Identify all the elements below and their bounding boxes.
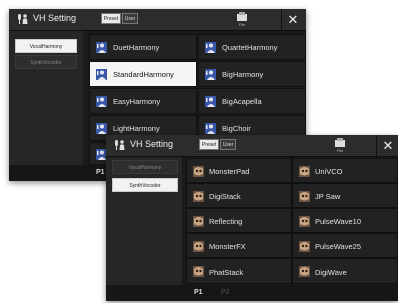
- synth-preset-icon: [193, 216, 204, 227]
- preset-cell[interactable]: BigAcapella: [198, 88, 306, 114]
- preset-name: DuetHarmony: [113, 43, 160, 52]
- sidebar-item-vocalharmony[interactable]: VocalHarmony: [15, 39, 77, 53]
- file-icon: [335, 138, 345, 147]
- preset-name: BigChoir: [222, 124, 251, 133]
- page-tab-p1[interactable]: P1: [96, 169, 105, 176]
- title-bar: VH Setting Preset User File ✕: [106, 135, 398, 157]
- preset-name: PulseWave10: [315, 217, 361, 226]
- close-button[interactable]: ✕: [281, 9, 304, 30]
- sidebar-item-synthvocoder[interactable]: SynthVocoder: [112, 178, 178, 192]
- close-button[interactable]: ✕: [376, 135, 398, 156]
- vocal-preset-icon: [96, 69, 107, 80]
- preset-cell[interactable]: JP Saw: [292, 183, 398, 208]
- preset-cell[interactable]: MonsterPad: [186, 158, 292, 183]
- preset-cell[interactable]: QuartetHarmony: [198, 34, 306, 60]
- vh-setting-window-synth: VH Setting Preset User File ✕ VocalHarmo…: [106, 135, 398, 301]
- synth-preset-icon: [299, 191, 310, 202]
- preset-name: BigAcapella: [222, 97, 262, 106]
- preset-name: MonsterPad: [209, 167, 250, 176]
- synth-preset-icon: [193, 266, 204, 277]
- synth-preset-icon: [299, 166, 310, 177]
- vocal-harmony-icon: [115, 140, 125, 150]
- preset-cell[interactable]: UniVCO: [292, 158, 398, 183]
- sidebar-item-vocalharmony[interactable]: VocalHarmony: [112, 160, 178, 174]
- preset-name: JP Saw: [315, 192, 341, 201]
- file-button[interactable]: File: [231, 11, 253, 28]
- category-sidebar: VocalHarmony SynthVocoder: [9, 31, 83, 181]
- vocal-preset-icon: [96, 42, 107, 53]
- preset-cell[interactable]: PhatStack: [186, 258, 292, 284]
- preset-tab[interactable]: Preset: [101, 13, 121, 24]
- vocal-preset-icon: [205, 69, 216, 80]
- preset-name: Reflecting: [209, 217, 243, 226]
- user-tab[interactable]: User: [220, 139, 236, 150]
- file-label: File: [336, 148, 344, 153]
- preset-cell[interactable]: BigHarmony: [198, 61, 306, 87]
- vocal-preset-icon: [96, 123, 107, 134]
- preset-name: DigiStack: [209, 192, 241, 201]
- preset-cell[interactable]: DigiWave: [292, 258, 398, 284]
- title-bar: VH Setting Preset User File ✕: [9, 9, 306, 31]
- file-label: File: [238, 22, 246, 27]
- synth-preset-icon: [193, 241, 204, 252]
- page-tab-p1[interactable]: P1: [194, 289, 203, 296]
- user-tab[interactable]: User: [122, 13, 138, 24]
- category-sidebar: VocalHarmony SynthVocoder: [106, 157, 182, 301]
- synth-preset-icon: [193, 166, 204, 177]
- preset-cell[interactable]: MonsterFX: [186, 233, 292, 258]
- preset-name: StandardHarmony: [113, 70, 174, 79]
- file-icon: [237, 12, 247, 21]
- preset-name: LightHarmony: [113, 124, 160, 133]
- preset-name: PhatStack: [209, 268, 244, 277]
- preset-name: DigiWave: [315, 268, 347, 277]
- preset-cell[interactable]: DuetHarmony: [89, 34, 197, 60]
- preset-cell[interactable]: PulseWave25: [292, 233, 398, 258]
- vocal-preset-icon: [205, 96, 216, 107]
- preset-cell[interactable]: DigiStack: [186, 183, 292, 208]
- synth-preset-icon: [299, 216, 310, 227]
- preset-cell-selected[interactable]: StandardHarmony: [89, 61, 197, 87]
- preset-name: EasyHarmony: [113, 97, 161, 106]
- vocal-harmony-icon: [18, 14, 28, 24]
- vocal-preset-icon: [205, 42, 216, 53]
- window-title: VH Setting: [130, 139, 174, 149]
- preset-cell[interactable]: PulseWave10: [292, 208, 398, 233]
- page-tab-p2[interactable]: P2: [221, 289, 230, 296]
- preset-name: MonsterFX: [209, 242, 246, 251]
- preset-name: PulseWave25: [315, 242, 361, 251]
- preset-name: QuartetHarmony: [222, 43, 278, 52]
- window-title: VH Setting: [33, 13, 77, 23]
- preset-name: BigHarmony: [222, 70, 264, 79]
- vocal-preset-icon: [205, 123, 216, 134]
- file-button[interactable]: File: [329, 137, 351, 154]
- preset-cell[interactable]: EasyHarmony: [89, 88, 197, 114]
- synth-preset-icon: [299, 241, 310, 252]
- page-bar: P1 P2: [106, 285, 398, 301]
- synth-preset-icon: [193, 191, 204, 202]
- preset-name: UniVCO: [315, 167, 343, 176]
- sidebar-item-synthvocoder[interactable]: SynthVocoder: [15, 55, 77, 69]
- vocal-preset-icon: [96, 96, 107, 107]
- preset-tab[interactable]: Preset: [199, 139, 219, 150]
- preset-cell[interactable]: Reflecting: [186, 208, 292, 233]
- preset-grid: MonsterPad UniVCO DigiStack JP Saw Refle…: [186, 157, 398, 285]
- synth-preset-icon: [299, 266, 310, 277]
